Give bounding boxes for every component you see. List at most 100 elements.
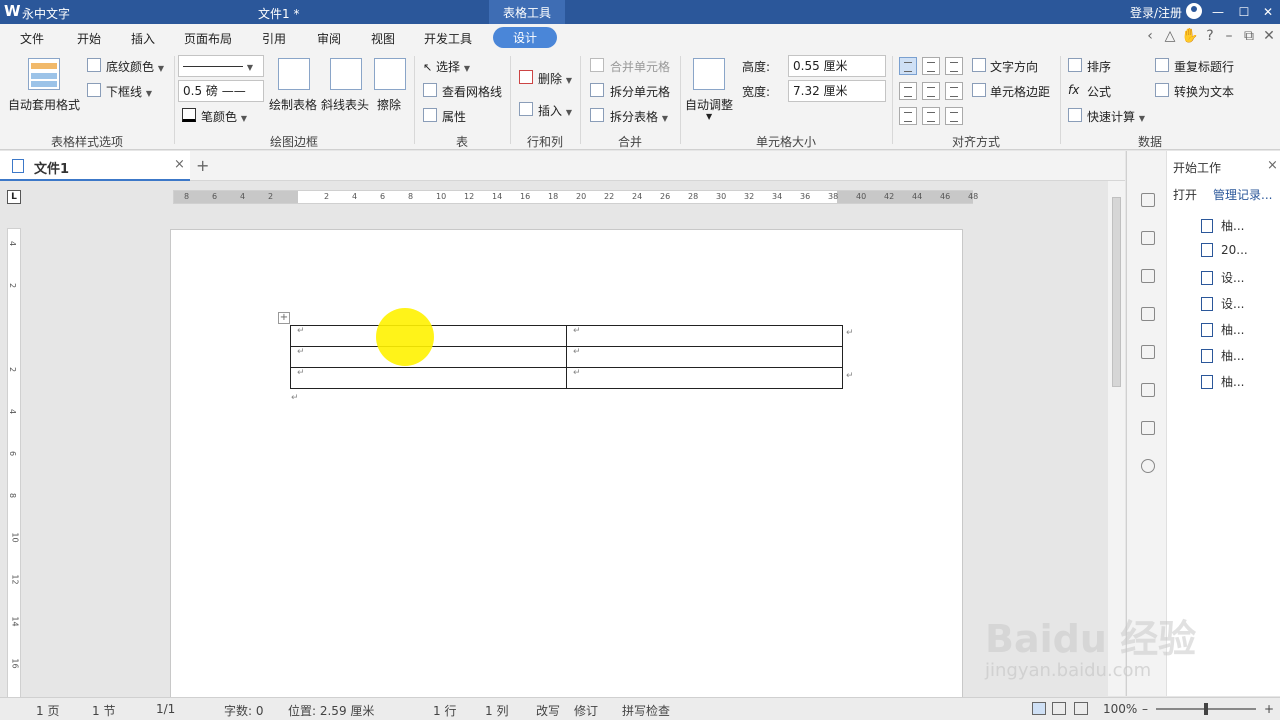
close-button[interactable]: ✕	[1258, 2, 1278, 22]
status-overwrite[interactable]: 改写	[536, 702, 560, 719]
doc-minimize-icon[interactable]: –	[1220, 28, 1238, 44]
quick-calc-button[interactable]: 快速计算 ▼	[1087, 108, 1145, 125]
open-link[interactable]: 打开	[1173, 186, 1197, 203]
cell-margins-icon[interactable]	[972, 83, 986, 97]
align-middle-center-button[interactable]	[922, 82, 940, 100]
split-cells-icon[interactable]	[590, 83, 604, 97]
table-cell[interactable]: ↵	[290, 367, 567, 389]
auto-format-button[interactable]: 自动套用格式	[8, 96, 80, 113]
text-direction-icon[interactable]	[972, 58, 986, 72]
login-link[interactable]: 登录/注册	[1130, 4, 1182, 21]
quick-calc-icon[interactable]	[1068, 108, 1082, 122]
align-middle-left-button[interactable]	[899, 82, 917, 100]
table-cell[interactable]: ↵	[566, 325, 843, 347]
convert-to-text-icon[interactable]	[1155, 83, 1169, 97]
collapse-ribbon-icon[interactable]: △	[1161, 28, 1179, 44]
align-top-center-button[interactable]	[922, 57, 940, 75]
merge-cells-button[interactable]: 合并单元格	[610, 58, 670, 75]
pen-color-button[interactable]: 笔颜色 ▼	[201, 108, 247, 125]
menu-developer[interactable]: 开发工具	[424, 30, 472, 47]
formula-icon[interactable]: fx	[1068, 83, 1079, 97]
diagonal-header-icon[interactable]	[330, 58, 362, 90]
shading-color-icon[interactable]	[87, 58, 101, 72]
split-table-icon[interactable]	[590, 108, 604, 122]
auto-fit-icon[interactable]	[693, 58, 725, 90]
clipboard-icon[interactable]	[1141, 345, 1155, 359]
view-page-layout-button[interactable]	[1032, 702, 1046, 715]
sort-button[interactable]: 排序	[1087, 58, 1111, 75]
convert-to-text-button[interactable]: 转换为文本	[1174, 83, 1234, 100]
document-table[interactable]: ↵ ↵ ↵ ↵ ↵ ↵	[290, 325, 843, 389]
split-table-button[interactable]: 拆分表格 ▼	[610, 108, 668, 125]
menu-file[interactable]: 文件	[20, 30, 44, 47]
delete-button[interactable]: 删除 ▼	[538, 70, 572, 87]
delete-icon[interactable]	[519, 70, 533, 84]
lock-icon[interactable]	[1141, 307, 1155, 321]
manage-records-link[interactable]: 管理记录...	[1213, 186, 1272, 203]
status-track-changes[interactable]: 修订	[574, 702, 598, 719]
align-bottom-right-button[interactable]	[945, 107, 963, 125]
recent-file-item[interactable]: 柚...	[1201, 217, 1244, 234]
menu-insert[interactable]: 插入	[131, 30, 155, 47]
new-tab-button[interactable]: +	[196, 156, 209, 175]
recent-file-item[interactable]: 柚...	[1201, 347, 1244, 364]
copy-icon[interactable]	[1141, 383, 1155, 397]
auto-fit-caret-icon[interactable]: ▼	[706, 112, 712, 121]
line-style-select[interactable]: ▼	[178, 55, 264, 77]
zoom-percentage[interactable]: 100%	[1103, 702, 1137, 716]
zoom-in-button[interactable]: +	[1264, 702, 1274, 716]
cell-height-input[interactable]: 0.55 厘米	[788, 55, 886, 77]
table-move-handle-icon[interactable]: +	[278, 312, 290, 324]
line-weight-select[interactable]: 0.5 磅 ——	[178, 80, 264, 102]
document-page[interactable]	[170, 229, 963, 699]
insert-button[interactable]: 插入 ▼	[538, 102, 572, 119]
user-avatar-icon[interactable]	[1186, 3, 1202, 19]
draw-table-button[interactable]: 绘制表格	[269, 96, 317, 113]
zoom-slider[interactable]	[1156, 703, 1256, 715]
recent-file-item[interactable]: 柚...	[1201, 321, 1244, 338]
cell-margins-button[interactable]: 单元格边距	[990, 83, 1050, 100]
menu-page-layout[interactable]: 页面布局	[184, 30, 232, 47]
eraser-icon[interactable]	[374, 58, 406, 90]
align-bottom-center-button[interactable]	[922, 107, 940, 125]
status-word-count[interactable]: 字数: 0	[224, 702, 264, 719]
maximize-button[interactable]: ☐	[1234, 2, 1254, 22]
tab-close-icon[interactable]: ×	[174, 157, 185, 172]
hand-icon[interactable]: ✋	[1181, 28, 1199, 44]
task-pane-close-icon[interactable]: ×	[1267, 158, 1278, 173]
bottom-border-button[interactable]: 下框线 ▼	[106, 83, 152, 100]
doc-restore-icon[interactable]: ⧉	[1240, 28, 1258, 44]
recent-file-item[interactable]: 设...	[1201, 295, 1244, 312]
view-gridlines-button[interactable]: 查看网格线	[442, 83, 502, 100]
zoom-out-button[interactable]: –	[1142, 702, 1148, 716]
split-cells-button[interactable]: 拆分单元格	[610, 83, 670, 100]
formula-button[interactable]: 公式	[1087, 83, 1111, 100]
properties-button[interactable]: 属性	[442, 108, 466, 125]
table-cell[interactable]: ↵	[566, 367, 843, 389]
select-button[interactable]: ↖ 选择 ▼	[423, 58, 470, 75]
pen-color-icon[interactable]	[182, 108, 196, 122]
menu-home[interactable]: 开始	[77, 30, 101, 47]
help-icon[interactable]: ?	[1201, 28, 1219, 44]
insert-icon[interactable]	[519, 102, 533, 116]
table-cell[interactable]: ↵	[566, 346, 843, 368]
cell-width-input[interactable]: 7.32 厘米	[788, 80, 886, 102]
erase-button[interactable]: 擦除	[377, 96, 401, 113]
menu-design[interactable]: 设计	[493, 27, 558, 48]
menu-view[interactable]: 视图	[371, 30, 395, 47]
edit-icon[interactable]	[1141, 421, 1155, 435]
tab-document-1[interactable]: 文件1 ×	[0, 151, 190, 181]
align-bottom-left-button[interactable]	[899, 107, 917, 125]
recent-file-item[interactable]: 柚...	[1201, 373, 1244, 390]
back-icon[interactable]: ‹	[1141, 28, 1159, 44]
properties-icon[interactable]	[423, 108, 437, 122]
diagonal-header-button[interactable]: 斜线表头	[321, 96, 369, 113]
minimize-button[interactable]: —	[1208, 2, 1228, 22]
align-top-right-button[interactable]	[945, 57, 963, 75]
draw-table-icon[interactable]	[278, 58, 310, 90]
repeat-header-icon[interactable]	[1155, 58, 1169, 72]
sort-icon[interactable]	[1068, 58, 1082, 72]
align-middle-right-button[interactable]	[945, 82, 963, 100]
bottom-border-icon[interactable]	[87, 83, 101, 97]
text-direction-button[interactable]: 文字方向	[990, 58, 1038, 75]
